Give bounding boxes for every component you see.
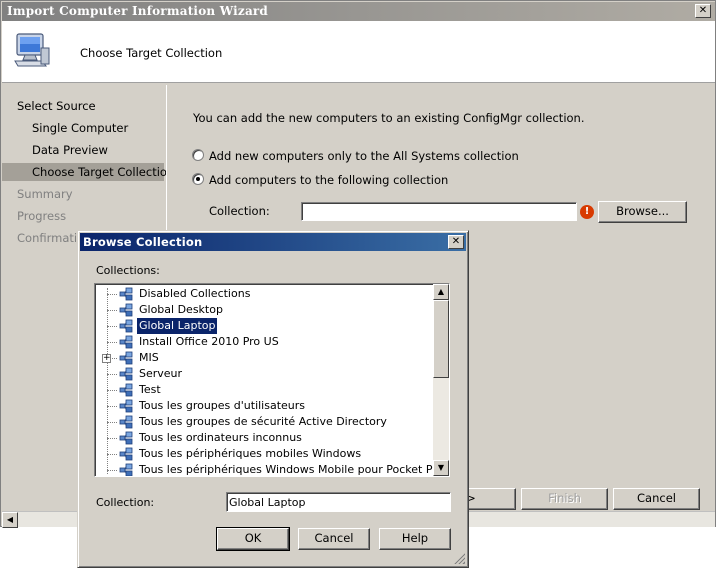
collection-tree-label: Test: [139, 383, 161, 396]
collection-tree-item[interactable]: Serveur: [95, 366, 435, 382]
collection-icon: [119, 463, 133, 476]
collection-icon: [119, 303, 133, 317]
radio-all-systems-label[interactable]: Add new computers only to the All System…: [209, 149, 519, 163]
cancel-button[interactable]: Cancel: [613, 488, 700, 510]
collection-tree-label: Tous les groupes de sécurité Active Dire…: [139, 415, 387, 428]
collection-tree-label: Tous les périphériques mobiles Windows: [139, 447, 362, 460]
wizard-banner: Choose Target Collection: [2, 21, 715, 83]
step-progress: Progress: [17, 209, 67, 223]
collection-tree-item[interactable]: Global Laptop: [95, 317, 435, 335]
tree-connector: [107, 454, 117, 455]
collection-tree-label: Global Desktop: [139, 303, 223, 316]
collection-tree-item[interactable]: Tous les périphériques Windows Mobile po…: [95, 462, 449, 476]
resize-grip[interactable]: [453, 552, 465, 564]
tree-connector: [107, 438, 117, 439]
collection-icon: [119, 367, 133, 381]
close-icon: ✕: [451, 236, 461, 247]
radio-all-systems[interactable]: [192, 149, 204, 161]
collection-tree-label: Serveur: [139, 367, 183, 380]
ok-button[interactable]: OK: [216, 527, 290, 551]
finish-button: Finish: [521, 488, 608, 510]
tree-connector: [107, 310, 117, 311]
collection-tree-item[interactable]: Disabled Collections: [95, 286, 435, 302]
scroll-thumb[interactable]: [433, 300, 449, 378]
collection-tree-label: Install Office 2010 Pro US: [139, 335, 279, 348]
step-select-source: Select Source: [17, 99, 96, 113]
collections-label: Collections:: [96, 264, 160, 277]
collection-tree-label: MIS: [139, 351, 159, 364]
step-choose-target-collection: Choose Target Collection: [2, 163, 174, 181]
tree-connector: [107, 374, 117, 375]
tree-connector: [107, 326, 117, 327]
dialog-titlebar[interactable]: Browse Collection: [80, 233, 466, 251]
dialog-close-button[interactable]: ✕: [448, 235, 464, 249]
banner-title: Choose Target Collection: [80, 46, 223, 60]
collection-icon: [119, 335, 133, 349]
radio-following-collection[interactable]: [192, 173, 204, 185]
collection-icon: [119, 351, 133, 365]
collection-tree-label: Tous les ordinateurs inconnus: [139, 431, 302, 444]
collection-tree-label: Tous les groupes d'utilisateurs: [139, 399, 306, 412]
expand-icon[interactable]: +: [102, 354, 111, 363]
tree-vertical-scrollbar[interactable]: ▲ ▼: [433, 284, 449, 476]
dialog-collection-label: Collection:: [96, 496, 155, 509]
tree-connector: [107, 294, 117, 295]
scroll-down-button[interactable]: ▼: [433, 460, 449, 476]
tree-connector: [107, 422, 117, 423]
collection-icon: [119, 447, 133, 461]
collection-tree-item[interactable]: Tous les ordinateurs inconnus: [95, 430, 435, 446]
collection-tree-item[interactable]: Install Office 2010 Pro US: [95, 334, 435, 350]
collection-tree-label: Tous les périphériques Windows Mobile po…: [139, 463, 450, 476]
wizard-titlebar[interactable]: Import Computer Information Wizard: [2, 2, 715, 21]
radio-following-collection-label[interactable]: Add computers to the following collectio…: [209, 173, 448, 187]
collection-label: Collection:: [209, 204, 270, 218]
collection-tree-item[interactable]: + MIS: [95, 350, 435, 366]
computer-icon: [14, 33, 50, 67]
browse-collection-dialog: Browse Collection ✕ Collections: Disable…: [77, 230, 469, 568]
scroll-left-button[interactable]: ◀: [2, 512, 18, 528]
tree-connector: [107, 390, 117, 391]
collection-tree-label: Disabled Collections: [139, 287, 251, 300]
collection-icon: [119, 383, 133, 397]
close-icon: ✕: [698, 5, 708, 16]
step-data-preview: Data Preview: [32, 143, 108, 157]
browse-button[interactable]: Browse...: [598, 201, 687, 223]
help-button[interactable]: Help: [379, 528, 451, 550]
tree-connector: [107, 406, 117, 407]
collection-tree-item[interactable]: Tous les groupes de sécurité Active Dire…: [95, 414, 435, 430]
dialog-title: Browse Collection: [83, 235, 203, 249]
wizard-close-button[interactable]: ✕: [695, 4, 711, 18]
tree-connector: [107, 342, 117, 343]
collection-tree-label: Global Laptop: [135, 317, 219, 335]
collection-icon: [119, 415, 133, 429]
intro-text: You can add the new computers to an exis…: [193, 111, 585, 125]
collection-tree-item[interactable]: Tous les périphériques mobiles Windows: [95, 446, 435, 462]
collection-icon: [119, 399, 133, 413]
error-icon: !: [580, 205, 594, 219]
wizard-title: Import Computer Information Wizard: [7, 4, 269, 18]
collection-field[interactable]: [301, 202, 577, 221]
collection-icon: [119, 319, 133, 333]
tree-connector: [107, 470, 117, 471]
collection-tree-item[interactable]: Global Desktop: [95, 302, 435, 318]
collection-icon: [119, 431, 133, 445]
collections-tree[interactable]: Disabled Collections Global Desktop Global…: [94, 283, 450, 477]
step-summary: Summary: [17, 187, 73, 201]
collection-tree-item[interactable]: Test: [95, 382, 435, 398]
collection-icon: [119, 287, 133, 301]
step-single-computer: Single Computer: [32, 121, 129, 135]
dialog-collection-field[interactable]: Global Laptop: [226, 492, 451, 512]
scroll-up-button[interactable]: ▲: [433, 284, 449, 300]
dialog-cancel-button[interactable]: Cancel: [298, 528, 370, 550]
collection-tree-item[interactable]: Tous les groupes d'utilisateurs: [95, 398, 435, 414]
